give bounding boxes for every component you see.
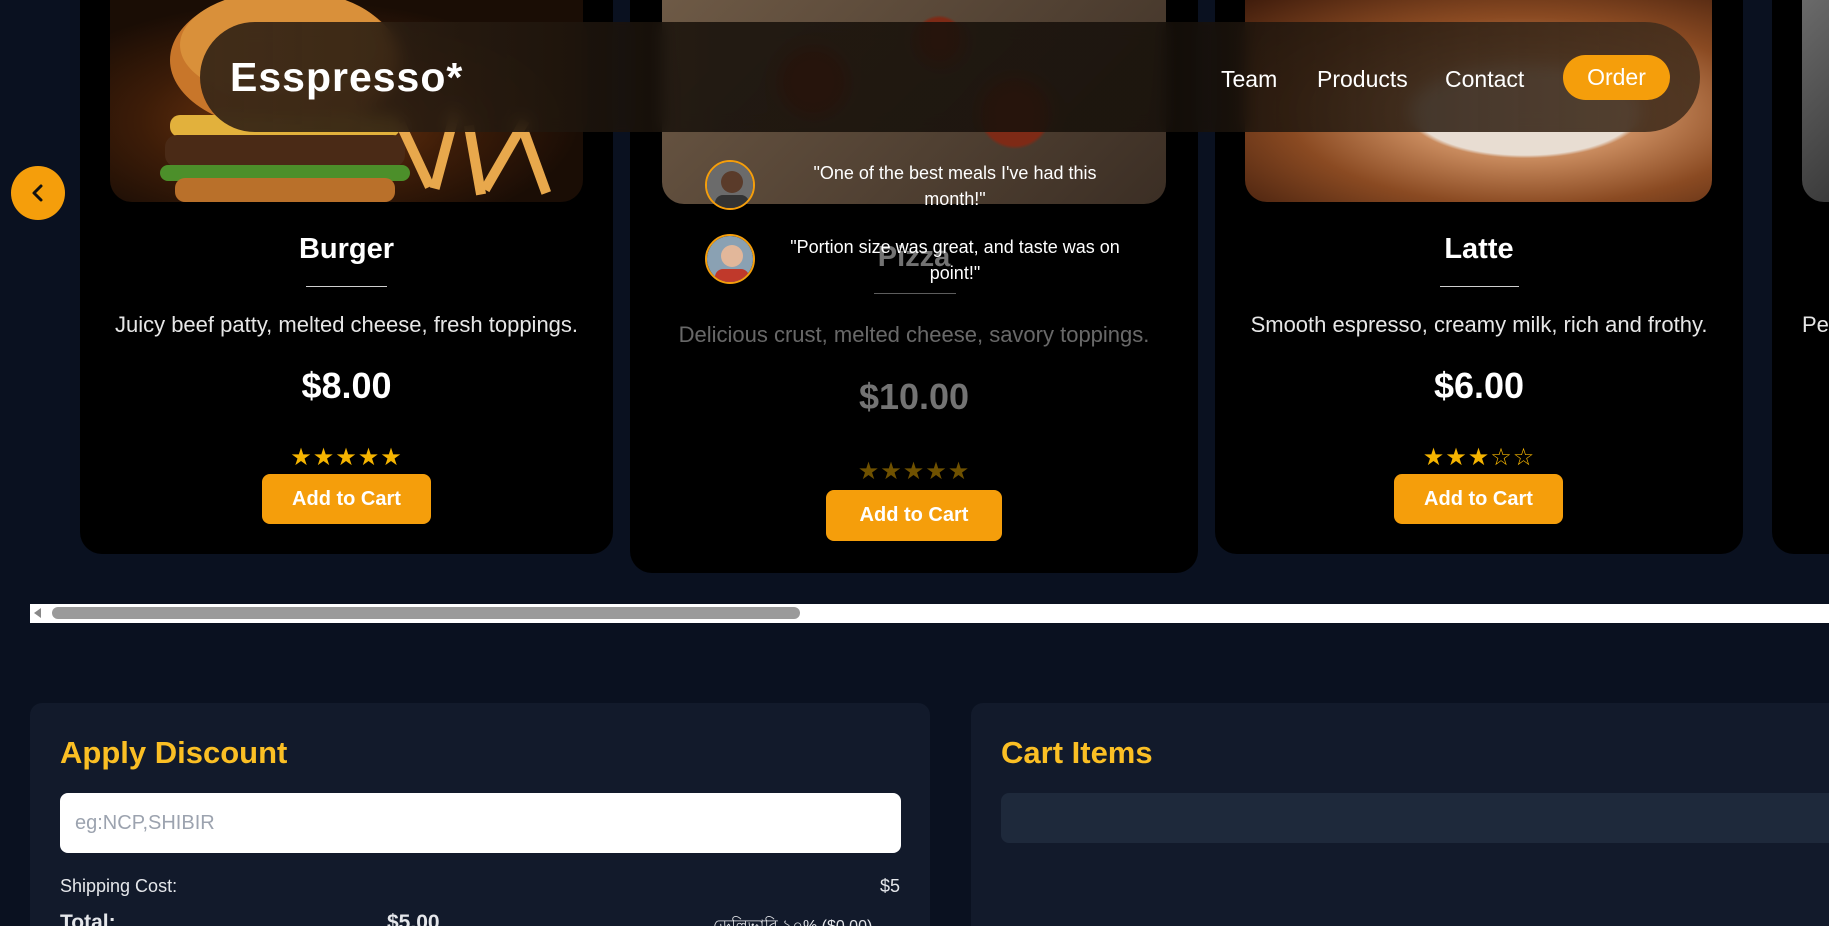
nav-contact[interactable]: Contact [1445, 66, 1524, 93]
total-value: $5.00 [387, 911, 440, 926]
navbar: Esspresso* Team Products Contact Order [200, 22, 1700, 132]
avatar [705, 234, 755, 284]
testimonial-item: "One of the best meals I've had this mon… [705, 160, 1145, 212]
nav-products[interactable]: Products [1317, 66, 1408, 93]
horizontal-scrollbar[interactable] [30, 604, 1829, 623]
chevron-left-icon [32, 184, 43, 202]
testimonial-item: "Portion size was great, and taste was o… [705, 234, 1145, 286]
scrollbar-thumb[interactable] [52, 607, 800, 619]
nav-team[interactable]: Team [1221, 66, 1277, 93]
discount-panel: Apply Discount Shipping Cost: $5 Total: … [30, 703, 930, 926]
order-button[interactable]: Order [1563, 55, 1670, 100]
carousel-prev-button[interactable] [11, 166, 65, 220]
avatar [705, 160, 755, 210]
rating-stars: ★★★☆☆ [1422, 443, 1536, 471]
product-price: $10.00 [858, 376, 970, 417]
rating-stars: ★★★★★ [857, 457, 971, 485]
title-divider [1440, 286, 1519, 287]
add-to-cart-button[interactable]: Add to Cart [262, 474, 431, 524]
product-price: $6.00 [1433, 365, 1525, 406]
product-card-partial: Pe [1772, 0, 1829, 554]
add-to-cart-button[interactable]: Add to Cart [1394, 474, 1563, 524]
cart-title: Cart Items [1001, 735, 1153, 770]
testimonial-quote: "One of the best meals I've had this mon… [813, 163, 1097, 209]
rating-stars: ★★★★★ [290, 443, 403, 471]
scroll-left-arrow-icon[interactable] [34, 608, 41, 618]
product-price: $8.00 [301, 365, 392, 406]
product-description: Juicy beef patty, melted cheese, fresh t… [114, 312, 579, 337]
cart-items-list [1001, 793, 1829, 843]
product-name: Burger [298, 233, 395, 265]
title-divider [874, 293, 956, 294]
product-description: Pe [1802, 312, 1829, 337]
testimonial-quote: "Portion size was great, and taste was o… [790, 237, 1120, 283]
add-to-cart-button[interactable]: Add to Cart [826, 490, 1002, 541]
shipping-label: Shipping Cost: [60, 876, 178, 896]
cart-panel: Cart Items [971, 703, 1829, 926]
product-description: Delicious crust, melted cheese, savory t… [678, 322, 1150, 347]
shipping-value: $5 [880, 876, 901, 896]
brand-logo[interactable]: Esspresso* [230, 54, 463, 101]
total-label: Total: [60, 911, 116, 926]
product-name: Latte [1444, 233, 1514, 265]
product-description: Smooth espresso, creamy milk, rich and f… [1250, 312, 1708, 337]
discount-code-input[interactable] [60, 793, 901, 853]
discount-note: ডেলিভারি ১০% ($0.00) [713, 913, 872, 926]
product-image [1802, 0, 1829, 202]
title-divider [306, 286, 387, 287]
discount-title: Apply Discount [60, 735, 288, 770]
